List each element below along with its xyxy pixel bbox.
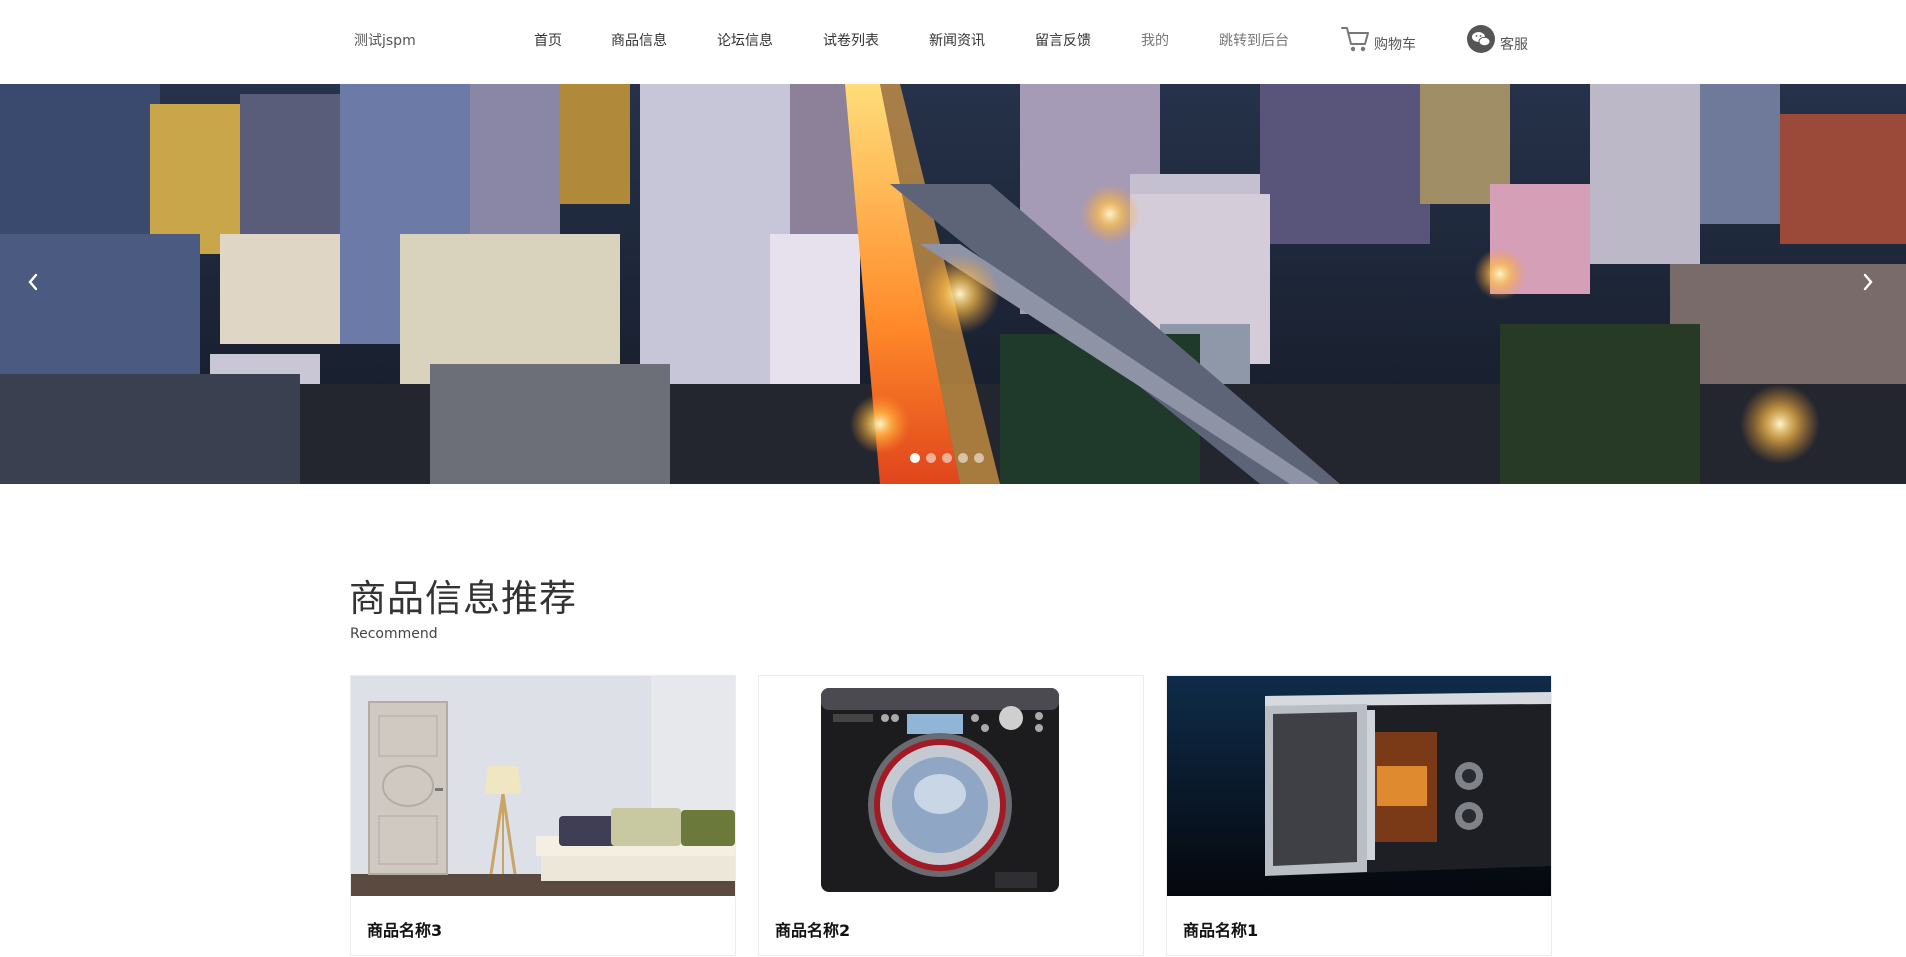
chevron-right-icon (1861, 272, 1875, 296)
nav-products[interactable]: 商品信息 (611, 30, 667, 50)
product-card[interactable]: 商品名称2 (758, 675, 1144, 956)
cart-icon (1340, 25, 1370, 57)
carousel-prev-button[interactable] (18, 264, 48, 304)
top-navbar: 测试jspm 首页 商品信息 论坛信息 试卷列表 新闻资讯 留言反馈 我的 跳转… (0, 0, 1906, 84)
customer-service-link[interactable]: 客服 (1466, 24, 1528, 58)
cart-link[interactable]: 购物车 (1340, 26, 1416, 56)
product-image-microwave (1167, 676, 1551, 896)
city-night-image (0, 84, 1906, 484)
hero-carousel[interactable] (0, 84, 1906, 484)
nav-news[interactable]: 新闻资讯 (929, 30, 985, 50)
carousel-dot-4[interactable] (958, 453, 968, 463)
section-subtitle: Recommend (350, 626, 438, 642)
nav-admin[interactable]: 跳转到后台 (1219, 30, 1289, 50)
nav-exam-list[interactable]: 试卷列表 (823, 30, 879, 50)
wechat-icon (1466, 24, 1496, 58)
site-brand[interactable]: 测试jspm (354, 30, 416, 50)
carousel-dot-1[interactable] (910, 453, 920, 463)
product-name: 商品名称1 (1183, 921, 1259, 940)
nav-feedback[interactable]: 留言反馈 (1035, 30, 1091, 50)
service-label: 客服 (1500, 37, 1528, 53)
carousel-indicators (910, 453, 984, 463)
nav-mine[interactable]: 我的 (1141, 30, 1169, 50)
nav-home[interactable]: 首页 (534, 30, 562, 50)
product-image-living-room (351, 676, 735, 896)
carousel-dot-5[interactable] (974, 453, 984, 463)
product-name: 商品名称3 (367, 921, 443, 940)
product-name: 商品名称2 (775, 921, 851, 940)
product-image-washing-machine (759, 676, 1143, 896)
carousel-dot-3[interactable] (942, 453, 952, 463)
carousel-dot-2[interactable] (926, 453, 936, 463)
carousel-next-button[interactable] (1853, 264, 1883, 304)
chevron-left-icon (26, 272, 40, 296)
nav-forum[interactable]: 论坛信息 (717, 30, 773, 50)
section-title: 商品信息推荐 (349, 577, 577, 620)
cart-label: 购物车 (1374, 37, 1416, 53)
product-card[interactable]: 商品名称3 (350, 675, 736, 956)
product-card[interactable]: 商品名称1 (1166, 675, 1552, 956)
